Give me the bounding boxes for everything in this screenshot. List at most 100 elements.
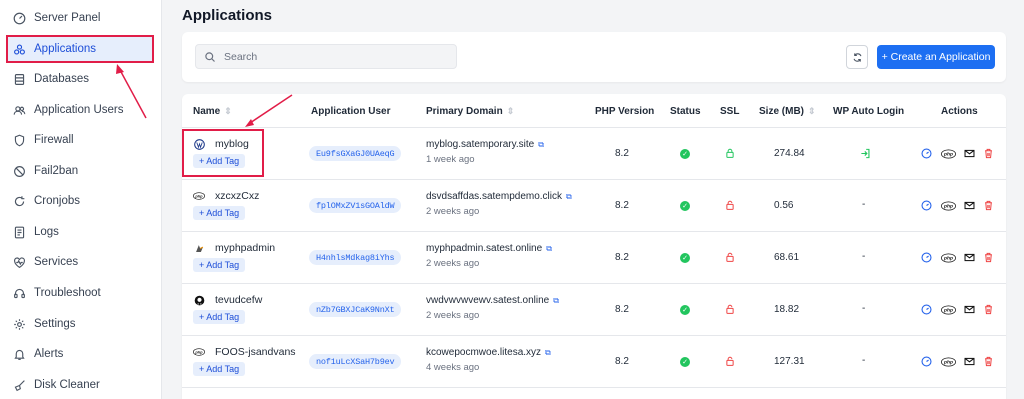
sidebar-item-label: Cronjobs	[34, 195, 81, 207]
domain-age: 4 weeks ago	[426, 362, 480, 373]
php-version: 8.2	[615, 148, 629, 159]
domain-age: 1 week ago	[426, 154, 475, 165]
column-header-status: Status	[670, 105, 701, 117]
app-user-chip[interactable]: Eu9fsGXaGJ0UAeqG	[309, 146, 402, 161]
table-row: tevudcefw + Add Tag nZb7GBXJCaK9NnXt vwd…	[182, 284, 1006, 336]
app-user-chip[interactable]: nof1uLcXSaH7b9ev	[309, 354, 402, 369]
sidebar-item-fail2ban[interactable]: Fail2ban	[8, 158, 154, 184]
domain-cell[interactable]: dsvdsaffdas.satempdemo.click ⧉	[426, 191, 572, 202]
size-value: 18.82	[774, 304, 800, 315]
sidebar-item-firewall[interactable]: Firewall	[8, 127, 154, 153]
app-name-link[interactable]: FOOS-jsandvans	[215, 346, 296, 358]
svg-text:php: php	[943, 359, 953, 365]
headset-icon	[12, 286, 26, 300]
add-tag-button[interactable]: + Add Tag	[193, 362, 246, 376]
domain-age: 2 weeks ago	[426, 206, 480, 217]
column-header-actions: Actions	[941, 105, 978, 117]
app-name-link[interactable]: myphpadmin	[215, 242, 275, 254]
create-application-button[interactable]: + Create an Application	[877, 45, 995, 69]
dashboard-icon[interactable]	[921, 200, 932, 211]
external-link-icon[interactable]: ⧉	[538, 140, 544, 149]
sidebar-item-databases[interactable]: Databases	[8, 66, 154, 92]
domain-cell[interactable]: myblog.satemporary.site ⧉	[426, 139, 544, 150]
external-link-icon[interactable]: ⧉	[546, 244, 552, 253]
status-check-icon: ✓	[680, 149, 690, 159]
refresh-button[interactable]	[846, 45, 868, 69]
php-version: 8.2	[615, 304, 629, 315]
sidebar-item-logs[interactable]: Logs	[8, 219, 154, 245]
mail-icon[interactable]	[964, 304, 975, 315]
sidebar-item-applications[interactable]: Applications	[6, 35, 154, 63]
add-tag-button[interactable]: + Add Tag	[193, 258, 246, 272]
ssl-lock-icon[interactable]	[725, 304, 735, 314]
domain-cell[interactable]: myphpadmin.satest.online ⧉	[426, 243, 552, 254]
mail-icon[interactable]	[964, 252, 975, 263]
app-user-chip[interactable]: H4nhlsMdkag8iYhs	[309, 250, 402, 265]
ssl-lock-icon[interactable]	[725, 200, 735, 210]
domain-link[interactable]: kcowepocmwoe.litesa.xyz	[426, 347, 541, 358]
sidebar-item-disk-cleaner[interactable]: Disk Cleaner	[8, 372, 154, 398]
sidebar-item-services[interactable]: Services	[8, 249, 154, 275]
app-user-chip[interactable]: nZb7GBXJCaK9NnXt	[309, 302, 402, 317]
mail-icon[interactable]	[964, 200, 975, 211]
size-value: 68.61	[774, 252, 800, 263]
mail-icon[interactable]	[964, 148, 975, 159]
app-name-link[interactable]: tevudcefw	[215, 294, 262, 306]
external-link-icon[interactable]: ⧉	[566, 192, 572, 201]
domain-cell[interactable]: kcowepocmwoe.litesa.xyz ⧉	[426, 347, 551, 358]
cron-icon	[12, 194, 26, 208]
add-tag-button[interactable]: + Add Tag	[193, 310, 246, 324]
domain-cell[interactable]: vwdvwvwvewv.satest.online ⧉	[426, 295, 559, 306]
trash-icon[interactable]	[983, 200, 994, 211]
ssl-lock-icon[interactable]	[725, 356, 735, 366]
apps-icon	[12, 42, 26, 56]
column-header-domain[interactable]: Primary Domain ⇕	[426, 94, 514, 128]
column-header-size[interactable]: Size (MB) ⇕	[759, 94, 816, 128]
ssl-lock-icon[interactable]	[725, 252, 735, 262]
php-settings-icon[interactable]: php	[941, 200, 956, 211]
app-name-link[interactable]: xzcxzCxz	[215, 190, 259, 202]
php-settings-icon[interactable]: php	[941, 304, 956, 315]
sidebar-item-settings[interactable]: Settings	[8, 311, 154, 337]
trash-icon[interactable]	[983, 252, 994, 263]
add-tag-button[interactable]: + Add Tag	[193, 206, 246, 220]
search-input[interactable]	[224, 50, 444, 63]
dashboard-icon[interactable]	[921, 304, 932, 315]
domain-link[interactable]: myblog.satemporary.site	[426, 139, 534, 150]
wp-login-empty: -	[862, 355, 866, 366]
external-link-icon[interactable]: ⧉	[553, 296, 559, 305]
ssl-lock-icon[interactable]	[725, 148, 735, 158]
sidebar-item-troubleshoot[interactable]: Troubleshoot	[8, 280, 154, 306]
domain-link[interactable]: vwdvwvwvewv.satest.online	[426, 295, 549, 306]
app-user-chip[interactable]: fplOMxZV1sGOAldW	[309, 198, 402, 213]
github-icon	[193, 295, 205, 305]
sidebar-item-application-users[interactable]: Application Users	[8, 97, 154, 123]
dashboard-icon[interactable]	[921, 148, 932, 159]
column-header-name[interactable]: Name ⇕	[193, 94, 232, 128]
domain-link[interactable]: dsvdsaffdas.satempdemo.click	[426, 191, 562, 202]
sidebar-item-label: Application Users	[34, 104, 124, 116]
dashboard-icon[interactable]	[921, 252, 932, 263]
login-icon[interactable]	[860, 148, 871, 159]
sidebar-item-label: Alerts	[34, 348, 64, 360]
size-value: 0.56	[774, 200, 794, 211]
php-icon: php	[193, 191, 205, 201]
sidebar-item-label: Fail2ban	[34, 165, 79, 177]
dashboard-icon[interactable]	[921, 356, 932, 367]
column-header-php: PHP Version	[595, 105, 655, 117]
php-settings-icon[interactable]: php	[941, 252, 956, 263]
php-settings-icon[interactable]: php	[941, 148, 956, 159]
gauge-icon	[12, 11, 26, 25]
domain-link[interactable]: myphpadmin.satest.online	[426, 243, 542, 254]
external-link-icon[interactable]: ⧉	[545, 348, 551, 357]
mail-icon[interactable]	[964, 356, 975, 367]
trash-icon[interactable]	[983, 148, 994, 159]
search-box[interactable]	[195, 44, 457, 69]
sidebar-item-server-panel[interactable]: Server Panel	[8, 5, 154, 31]
php-settings-icon[interactable]: php	[941, 356, 956, 367]
sidebar-item-cronjobs[interactable]: Cronjobs	[8, 188, 154, 214]
broom-icon	[12, 378, 26, 392]
sidebar-item-alerts[interactable]: Alerts	[8, 341, 154, 367]
trash-icon[interactable]	[983, 304, 994, 315]
trash-icon[interactable]	[983, 356, 994, 367]
